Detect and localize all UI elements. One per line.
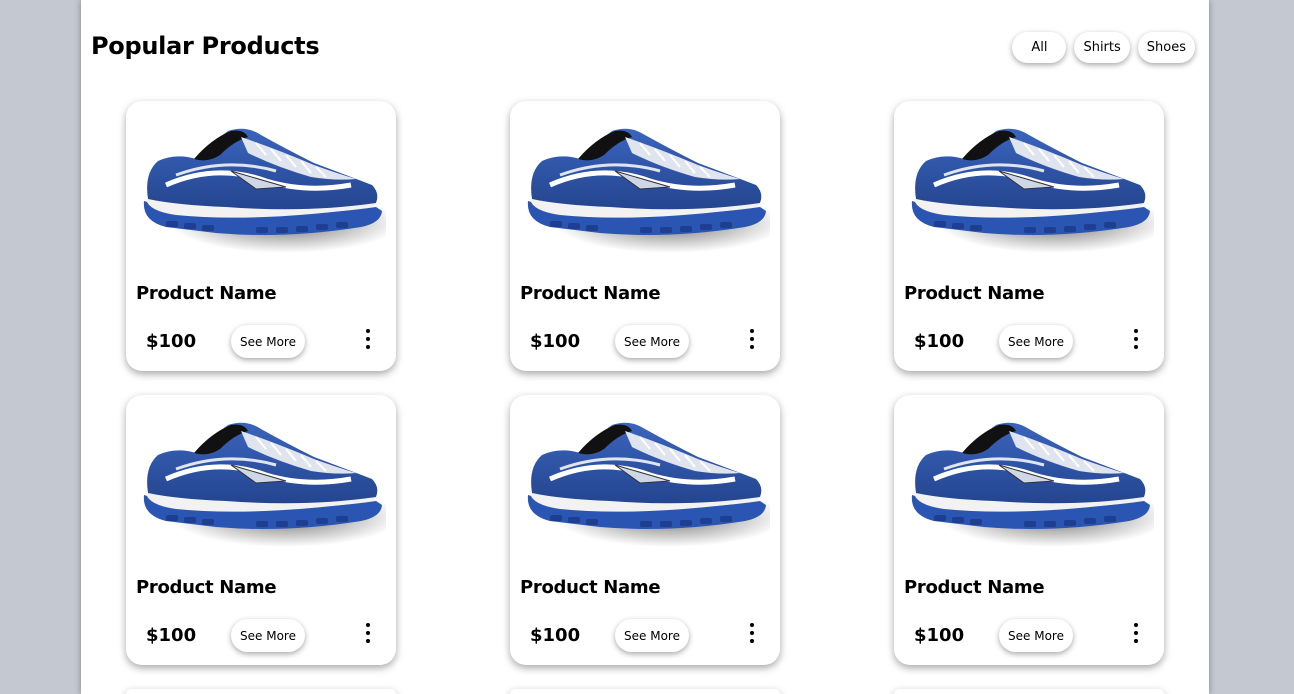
product-card-partial: [510, 689, 780, 694]
running-shoe-image: [904, 417, 1154, 547]
filter-shoes-button[interactable]: Shoes: [1137, 32, 1195, 63]
see-more-button[interactable]: See More: [231, 325, 305, 358]
product-card[interactable]: Product Name $100 See More: [894, 101, 1164, 371]
product-name: Product Name: [904, 577, 1045, 598]
product-grid: Product Name $100 See More Product Name …: [126, 101, 1164, 694]
more-vertical-icon[interactable]: [361, 623, 375, 643]
product-card[interactable]: Product Name $100 See More: [510, 101, 780, 371]
running-shoe-image: [136, 123, 386, 253]
product-name: Product Name: [904, 283, 1045, 304]
more-vertical-icon[interactable]: [361, 329, 375, 349]
more-vertical-icon[interactable]: [745, 623, 759, 643]
more-vertical-icon[interactable]: [745, 329, 759, 349]
product-card[interactable]: Product Name $100 See More: [126, 101, 396, 371]
see-more-button[interactable]: See More: [999, 619, 1073, 652]
page-title: Popular Products: [91, 32, 320, 60]
product-card-partial: [894, 689, 1164, 694]
product-name: Product Name: [136, 577, 277, 598]
see-more-button[interactable]: See More: [615, 325, 689, 358]
see-more-button[interactable]: See More: [615, 619, 689, 652]
filter-all-button[interactable]: All: [1012, 32, 1067, 63]
product-name: Product Name: [520, 283, 661, 304]
running-shoe-image: [136, 417, 386, 547]
product-price: $100: [914, 625, 965, 646]
product-name: Product Name: [520, 577, 661, 598]
product-price: $100: [914, 331, 965, 352]
product-price: $100: [146, 625, 197, 646]
running-shoe-image: [904, 123, 1154, 253]
product-card[interactable]: Product Name $100 See More: [894, 395, 1164, 665]
running-shoe-image: [520, 417, 770, 547]
product-price: $100: [530, 331, 581, 352]
category-filters: All Shirts Shoes: [1012, 32, 1195, 63]
product-card-partial: [126, 689, 396, 694]
product-name: Product Name: [136, 283, 277, 304]
see-more-button[interactable]: See More: [999, 325, 1073, 358]
filter-shirts-button[interactable]: Shirts: [1074, 32, 1130, 63]
product-card[interactable]: Product Name $100 See More: [510, 395, 780, 665]
more-vertical-icon[interactable]: [1129, 329, 1143, 349]
product-price: $100: [530, 625, 581, 646]
more-vertical-icon[interactable]: [1129, 623, 1143, 643]
product-price: $100: [146, 331, 197, 352]
product-card[interactable]: Product Name $100 See More: [126, 395, 396, 665]
products-page: Popular Products All Shirts Shoes Produc…: [81, 0, 1209, 694]
see-more-button[interactable]: See More: [231, 619, 305, 652]
running-shoe-image: [520, 123, 770, 253]
